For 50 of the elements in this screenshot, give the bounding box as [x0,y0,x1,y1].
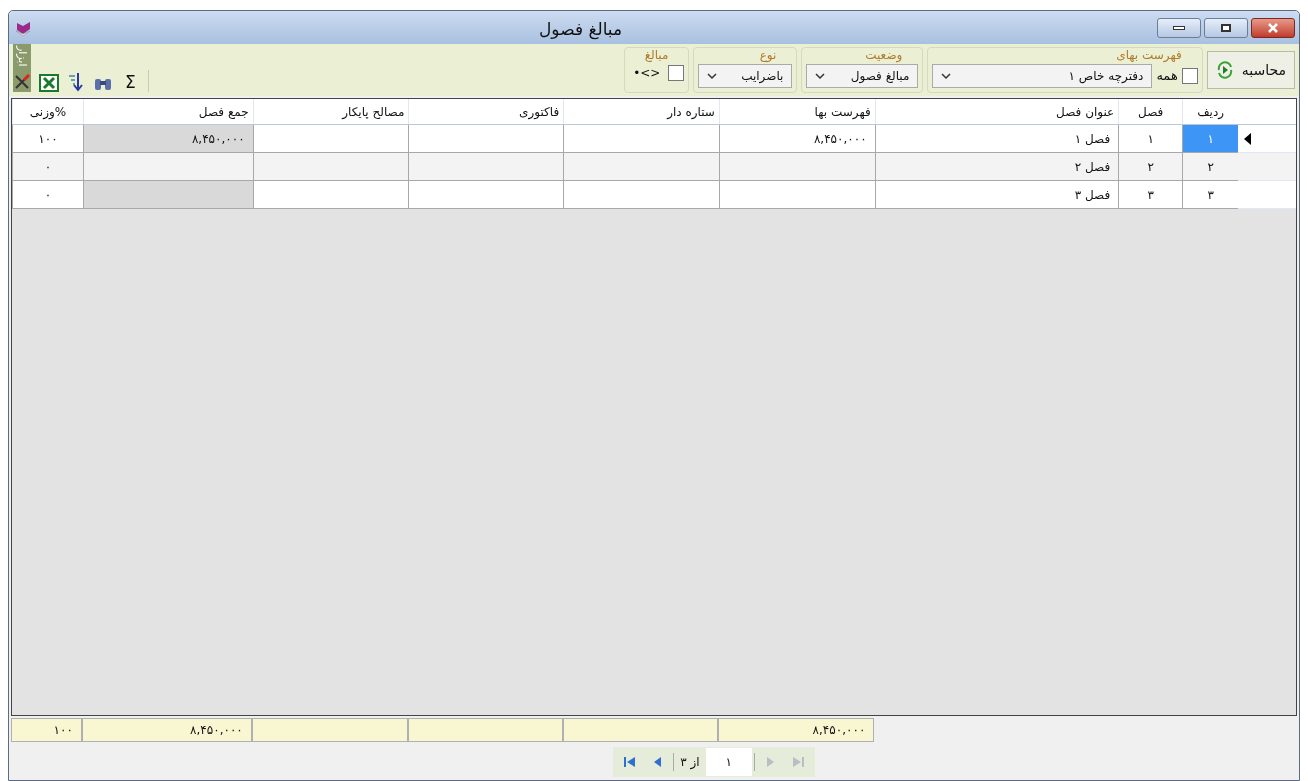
column-header[interactable]: فاکتوری [408,99,564,124]
total-cell: ۸,۴۵۰,۰۰۰ [718,718,875,742]
checkbox[interactable] [668,65,685,81]
table-cell: ۰ [12,181,83,209]
total-cell: ۱۰۰ [10,718,82,742]
maximize-icon [1221,23,1231,32]
group-legend: مبالغ [628,48,685,62]
dropdown-caret-icon [815,72,826,80]
column-header[interactable]: جمع فصل [82,99,253,124]
dropdown-caret-icon [707,72,718,80]
window-title: مبالغ فصول [539,18,623,42]
table-cell: ۳ [1182,181,1239,209]
column-header[interactable]: ستاره دار [563,99,719,124]
tools-icon [14,74,30,90]
excel-icon[interactable] [39,74,59,92]
close-icon [1267,22,1279,33]
checkbox-label: •<> [632,65,662,82]
table-cell: ۱ [1182,125,1239,153]
dropdown[interactable]: مبالغ فصول [806,64,919,88]
minimize-icon [1173,25,1185,30]
dropdown[interactable]: دفترچه خاص ۱ [932,64,1153,88]
close-button[interactable] [1251,17,1295,38]
current-row-icon [1244,132,1252,145]
refresh-play-icon [1215,61,1234,79]
table-cell: ۸,۴۵۰,۰۰۰ [82,125,253,153]
column-header[interactable]: ردیف [1182,99,1239,124]
maximize-button[interactable] [1204,17,1248,38]
column-header[interactable]: عنوان فصل [874,99,1119,124]
page-count-label: از ۳ [679,754,701,771]
group-legend: فهرست بهای [1100,48,1198,62]
checkbox-label: همه [1156,67,1178,86]
table-cell: ۳ [1118,181,1183,209]
skip-end-icon [790,755,805,769]
minimize-button[interactable] [1157,17,1201,38]
page-field[interactable]: ۱ [705,748,752,776]
checkbox[interactable] [1181,68,1198,84]
sort-down-icon[interactable] [67,72,85,92]
column-header[interactable]: فصل [1118,99,1183,124]
total-cell: ۸,۴۵۰,۰۰۰ [81,718,252,742]
dropdown[interactable]: باضرایب [698,64,793,88]
calculate-button[interactable]: محاسبه [1206,51,1295,89]
column-header[interactable]: %وزنی [12,99,83,124]
table-cell: فصل ۳ [874,181,1119,209]
group-legend: وضعیت [849,48,919,62]
skip-start-icon [623,755,638,769]
column-header[interactable]: مصالح پایکار [252,99,409,124]
dropdown-caret-icon [941,72,952,80]
group-legend: نوع [743,48,793,62]
column-header[interactable]: فهرست بها [718,99,875,124]
sum-button[interactable]: Σ [121,72,140,92]
